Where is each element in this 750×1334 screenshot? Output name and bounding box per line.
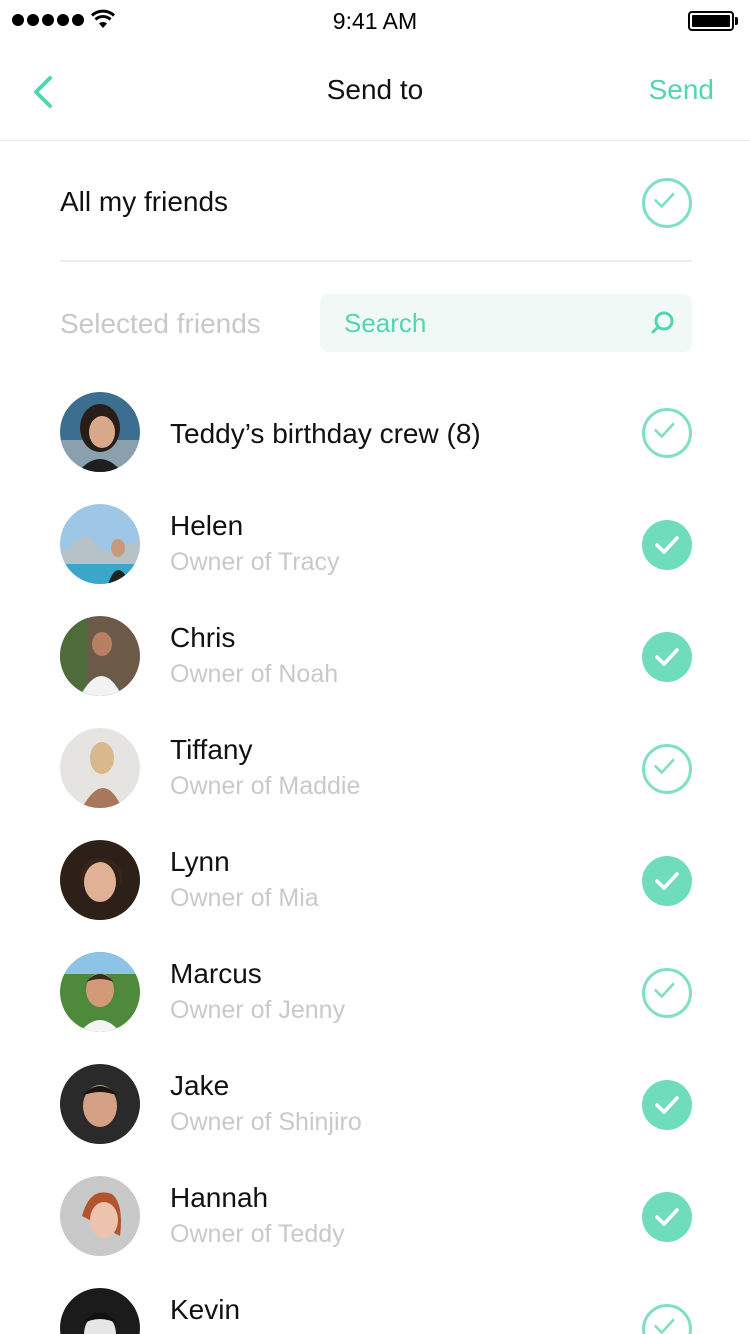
friend-name: Hannah bbox=[170, 1182, 269, 1213]
search-bar bbox=[320, 294, 692, 352]
all-friends-row[interactable]: All my friends bbox=[60, 142, 692, 262]
friend-name: Teddy’s birthday crew (8) bbox=[170, 418, 481, 449]
avatar bbox=[60, 616, 140, 696]
list-item[interactable]: Kevin bbox=[0, 1272, 750, 1334]
select-check-icon[interactable] bbox=[642, 1304, 692, 1334]
select-check-icon[interactable] bbox=[642, 744, 692, 794]
friend-subtitle: Owner of Mia bbox=[170, 884, 319, 912]
status-bar: 9:41 AM bbox=[0, 0, 750, 42]
selected-friends-label: Selected friends bbox=[60, 308, 261, 339]
status-time: 9:41 AM bbox=[332, 8, 418, 34]
friend-subtitle: Owner of Teddy bbox=[170, 1220, 345, 1248]
send-button[interactable]: Send bbox=[649, 74, 714, 106]
avatar bbox=[60, 1176, 140, 1256]
friend-name: Kevin bbox=[170, 1294, 241, 1325]
avatar bbox=[60, 392, 140, 472]
back-chevron-icon[interactable] bbox=[28, 72, 60, 112]
avatar bbox=[60, 1064, 140, 1144]
friend-subtitle: Owner of Shinjiro bbox=[170, 1108, 362, 1136]
friend-subtitle: Owner of Jenny bbox=[170, 996, 346, 1024]
battery-icon bbox=[688, 11, 738, 31]
list-item[interactable]: Teddy’s birthday crew (8) bbox=[0, 376, 750, 488]
list-item[interactable]: Chris Owner of Noah bbox=[0, 600, 750, 712]
select-check-icon[interactable] bbox=[642, 1192, 692, 1242]
all-friends-label: All my friends bbox=[60, 186, 229, 217]
nav-bar: Send to Send bbox=[0, 42, 750, 141]
friend-name: Chris bbox=[170, 622, 236, 653]
select-check-icon[interactable] bbox=[642, 520, 692, 570]
avatar bbox=[60, 840, 140, 920]
search-icon[interactable] bbox=[650, 310, 676, 336]
avatar bbox=[60, 728, 140, 808]
list-item[interactable]: Marcus Owner of Jenny bbox=[0, 936, 750, 1048]
select-check-icon[interactable] bbox=[642, 968, 692, 1018]
select-check-icon[interactable] bbox=[642, 632, 692, 682]
list-item[interactable]: Helen Owner of Tracy bbox=[0, 488, 750, 600]
list-item[interactable]: Hannah Owner of Teddy bbox=[0, 1160, 750, 1272]
friend-name: Tiffany bbox=[170, 734, 253, 765]
avatar bbox=[60, 952, 140, 1032]
avatar bbox=[60, 504, 140, 584]
friend-name: Lynn bbox=[170, 846, 230, 877]
select-check-icon[interactable] bbox=[642, 408, 692, 458]
friend-subtitle: Owner of Maddie bbox=[170, 772, 361, 800]
avatar bbox=[60, 1288, 140, 1334]
friend-subtitle: Owner of Tracy bbox=[170, 548, 340, 576]
list-item[interactable]: Tiffany Owner of Maddie bbox=[0, 712, 750, 824]
all-friends-check-icon[interactable] bbox=[642, 178, 692, 228]
friend-name: Helen bbox=[170, 510, 244, 541]
friend-subtitle: Owner of Noah bbox=[170, 660, 339, 688]
friend-name: Marcus bbox=[170, 958, 262, 989]
page-title: Send to bbox=[326, 74, 424, 105]
list-item[interactable]: Lynn Owner of Mia bbox=[0, 824, 750, 936]
select-check-icon[interactable] bbox=[642, 1080, 692, 1130]
search-input[interactable] bbox=[344, 294, 634, 352]
list-item[interactable]: Jake Owner of Shinjiro bbox=[0, 1048, 750, 1160]
select-check-icon[interactable] bbox=[642, 856, 692, 906]
friend-name: Jake bbox=[170, 1070, 230, 1101]
